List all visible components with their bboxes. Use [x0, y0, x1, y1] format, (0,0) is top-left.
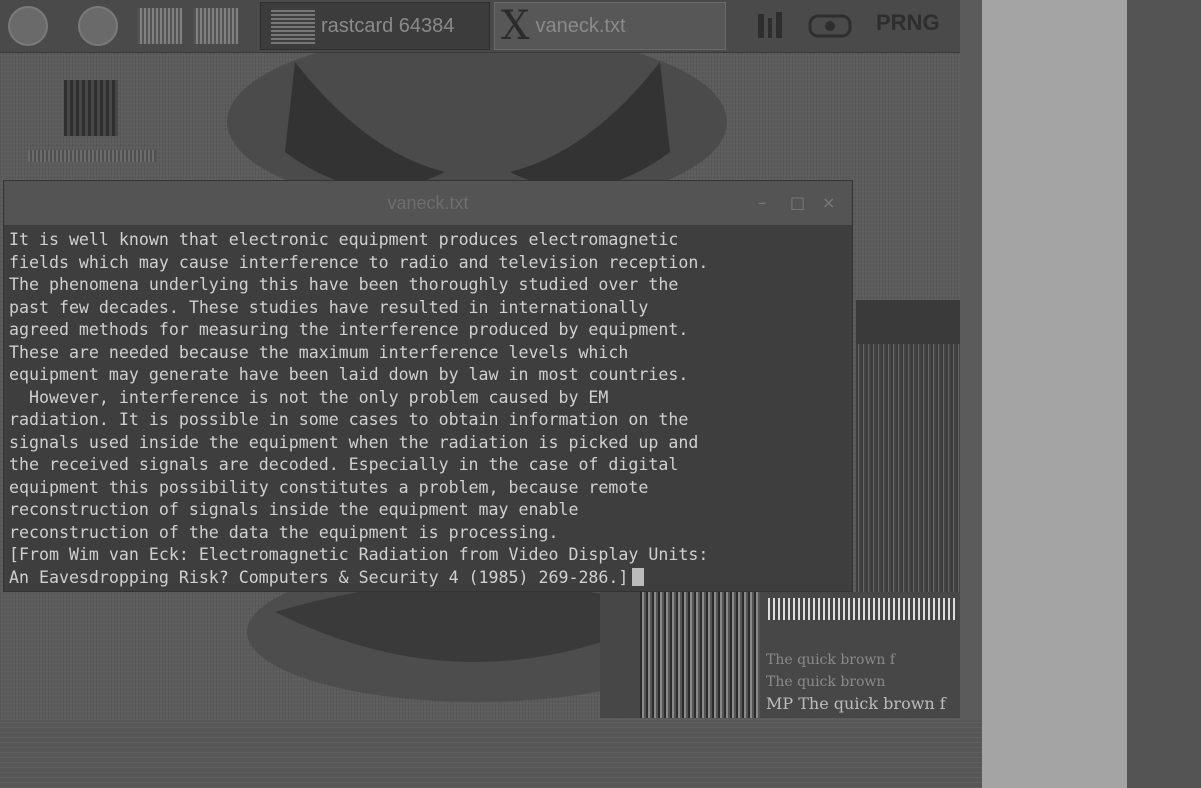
terminal-line: The phenomena underlying this have been … [9, 275, 679, 294]
terminal-text-area[interactable]: It is well known that electronic equipme… [9, 229, 848, 591]
background-window-text: MP The quick brown f [766, 694, 946, 713]
taskbar-task-rastcard[interactable]: rastcard 64384 [260, 2, 490, 50]
launcher-icon[interactable] [138, 8, 182, 44]
terminal-line: signals used inside the equipment when t… [9, 432, 699, 452]
background-window[interactable]: The quick brown f The quick brown MP The… [600, 592, 960, 718]
background-window-text: The quick brown [766, 674, 886, 690]
terminal-line: fields which may cause interference to r… [9, 252, 709, 272]
terminal-line: the received signals are decoded. Especi… [9, 455, 679, 474]
background-window-image [640, 592, 760, 718]
tray-volume-icon[interactable] [806, 10, 854, 42]
background-window-titlebar [856, 300, 960, 344]
terminal-line: radiation. It is possible in some cases … [9, 410, 689, 429]
debian-menu-icon[interactable] [8, 6, 48, 46]
background-window-toolbar [768, 598, 958, 620]
screen-bezel-dark [1127, 0, 1201, 788]
terminal-window[interactable]: vaneck.txt – □ × It is well known that e… [3, 180, 853, 592]
terminal-line: equipment this possibility constitutes a… [9, 477, 649, 497]
task-label: rastcard 64384 [321, 14, 455, 37]
terminal-line: However, interference is not the only pr… [9, 387, 609, 407]
minimize-icon[interactable]: – [758, 193, 766, 212]
background-window-text: The quick brown f [766, 652, 896, 668]
maximize-icon[interactable]: □ [790, 193, 805, 212]
terminal-line: past few decades. These studies have res… [9, 297, 649, 317]
taskbar: rastcard 64384 X vaneck.txt PRNG [0, 0, 960, 53]
terminal-line: An Eavesdropping Risk? Computers & Secur… [9, 567, 629, 587]
tray-applet-icon[interactable] [752, 10, 792, 42]
tray-clock-label: PRNG [876, 10, 940, 35]
close-icon[interactable]: × [822, 193, 835, 212]
terminal-line: These are needed because the maximum int… [9, 342, 629, 362]
terminal-line: equipment may generate have been laid do… [9, 365, 689, 384]
gnome-foot-icon[interactable] [78, 6, 118, 46]
terminal-line: [From Wim van Eck: Electromagnetic Radia… [9, 545, 709, 564]
terminal-line: reconstruction of the data the equipment… [9, 522, 559, 542]
task-label: vaneck.txt [535, 14, 626, 37]
desktop-icon-label [28, 150, 156, 162]
terminal-title: vaneck.txt [387, 193, 469, 213]
screen-bottom-band [0, 720, 982, 788]
terminal-line: agreed methods for measuring the interfe… [9, 320, 689, 339]
taskbar-task-vaneck[interactable]: X vaneck.txt [494, 2, 726, 50]
launcher-icon[interactable] [194, 8, 238, 44]
terminal-titlebar[interactable]: vaneck.txt – □ × [4, 181, 852, 225]
x-window-icon: X [501, 3, 530, 49]
screen-bezel-light [982, 0, 1127, 788]
screen-edge [960, 0, 982, 788]
terminal-line-last: An Eavesdropping Risk? Computers & Secur… [9, 567, 848, 590]
terminal-line: reconstruction of signals inside the equ… [9, 500, 579, 519]
desktop-icon[interactable] [64, 80, 118, 136]
terminal-line: It is well known that electronic equipme… [9, 230, 679, 249]
text-cursor [632, 567, 645, 586]
window-thumbnail-icon [271, 8, 315, 44]
background-window-panel [856, 300, 960, 600]
